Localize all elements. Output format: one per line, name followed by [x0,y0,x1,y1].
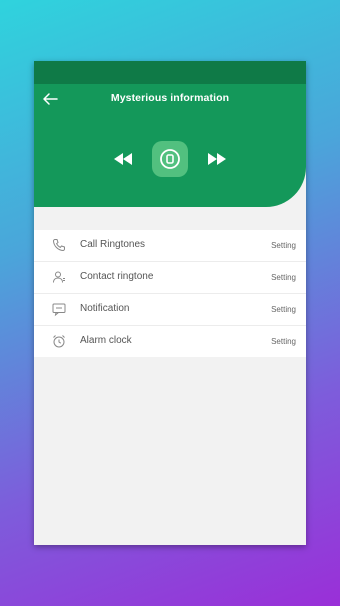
list-item-alarm-clock[interactable]: Alarm clock Setting [34,326,306,357]
app-screen: Mysterious information Call Ringtones Se… [34,61,306,545]
list-item-notification[interactable]: Notification Setting [34,294,306,326]
list-item-contact-ringtone[interactable]: Contact ringtone Setting [34,262,306,294]
play-button[interactable] [152,141,188,177]
status-bar [34,61,306,84]
list-item-label: Contact ringtone [80,271,154,282]
phone-icon [51,237,67,253]
contact-icon [51,269,67,285]
list-item-label: Notification [80,303,130,314]
player-header: Mysterious information [34,84,306,207]
setting-link[interactable]: Setting [271,273,296,282]
alarm-clock-icon [51,333,67,349]
list-item-label: Call Ringtones [80,239,146,250]
back-arrow-icon [43,93,58,105]
rewind-button[interactable] [112,151,134,167]
rewind-icon [114,153,132,165]
list-item-call-ringtones[interactable]: Call Ringtones Setting [34,230,306,262]
play-stop-icon [160,149,180,169]
list-item-label: Alarm clock [80,335,132,346]
back-button[interactable] [40,90,60,108]
settings-list: Call Ringtones Setting Contact ringtone … [34,230,306,357]
fast-forward-button[interactable] [206,151,228,167]
setting-link[interactable]: Setting [271,337,296,346]
setting-link[interactable]: Setting [271,241,296,250]
setting-link[interactable]: Setting [271,305,296,314]
fast-forward-icon [208,153,226,165]
page-title: Mysterious information [110,92,230,104]
message-icon [51,301,67,317]
